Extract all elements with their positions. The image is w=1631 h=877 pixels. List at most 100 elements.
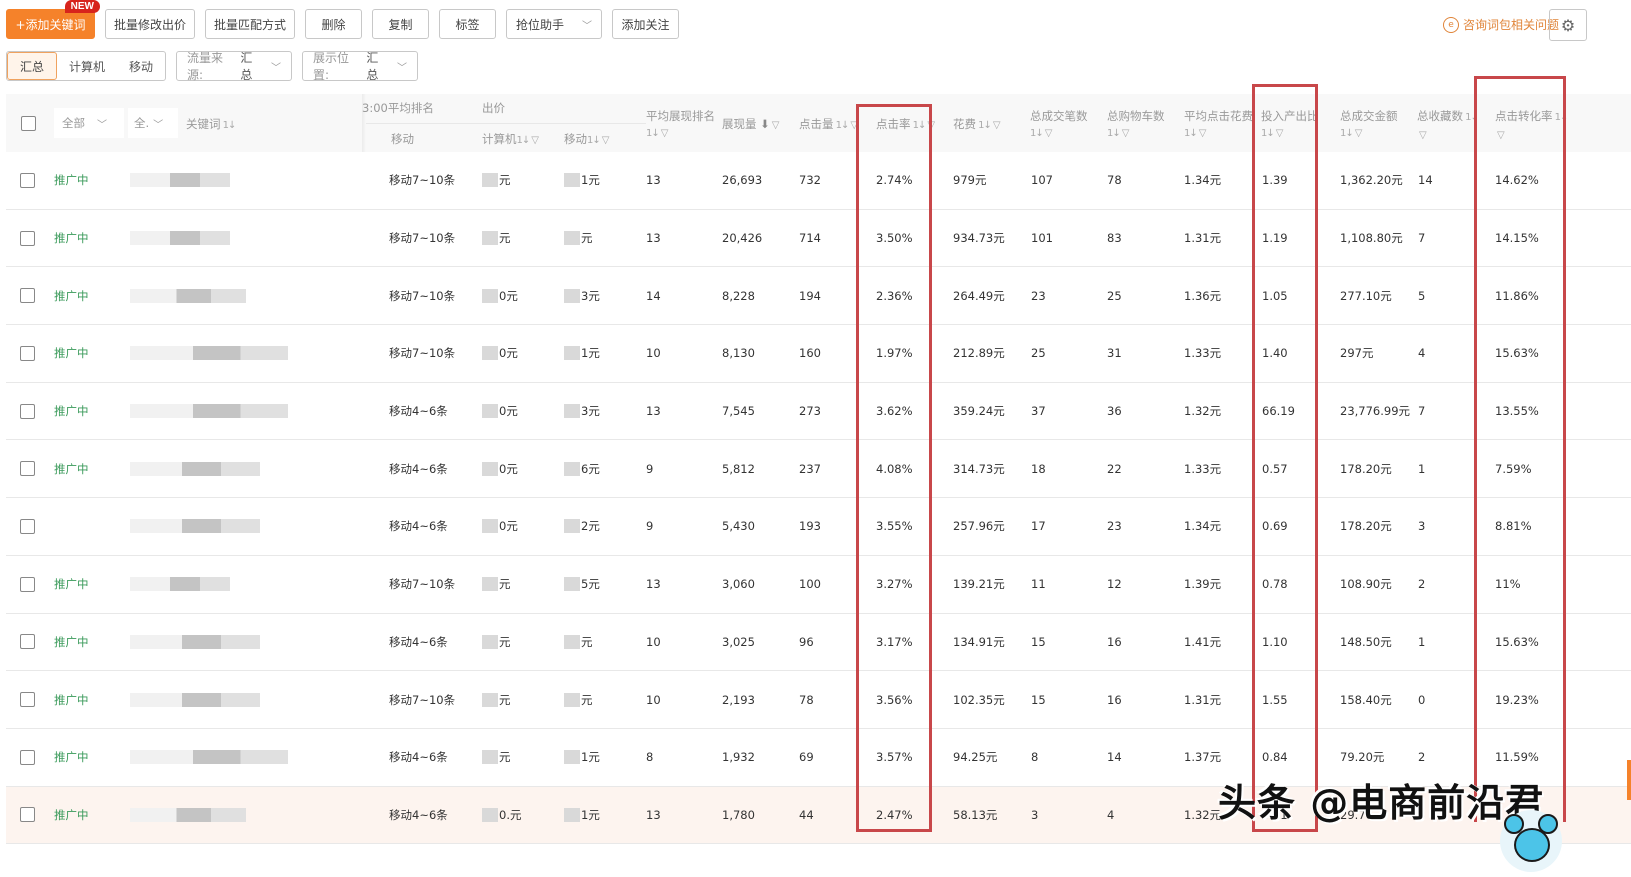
filter-icon[interactable]: ▽ bbox=[1199, 128, 1207, 139]
bid-mobile-value[interactable]: 1元 bbox=[564, 729, 600, 786]
bid-pc-value[interactable]: 0元 bbox=[482, 440, 518, 497]
filter-icon[interactable]: ▽ bbox=[772, 120, 780, 131]
bid-pc-value[interactable]: 元 bbox=[482, 729, 511, 786]
select-all-checkbox[interactable] bbox=[21, 116, 36, 131]
col-cvr[interactable]: 点击转化率 1↓ ▽ bbox=[1495, 108, 1568, 144]
filter-icon[interactable]: ▽ bbox=[1355, 128, 1363, 139]
col-bid-mobile[interactable]: 移动1↓ ▽ bbox=[564, 131, 609, 149]
filter-icon[interactable]: ▽ bbox=[531, 135, 539, 146]
keyword-text-redacted[interactable] bbox=[130, 556, 230, 613]
keyword-text-redacted[interactable] bbox=[130, 498, 260, 555]
col-ctr[interactable]: 点击率 1↓ ▽ bbox=[876, 116, 935, 134]
help-link[interactable]: e 咨询词包相关问题 bbox=[1442, 16, 1559, 33]
col-keyword[interactable]: 关键词 1↓ bbox=[186, 116, 236, 134]
add-follow-button[interactable]: 添加关注 bbox=[612, 9, 679, 39]
bid-mobile-value[interactable]: 2元 bbox=[564, 498, 600, 555]
bid-mobile-value[interactable]: 1元 bbox=[564, 325, 600, 382]
col-total-orders[interactable]: 总成交笔数 1↓ ▽ bbox=[1030, 108, 1088, 142]
table-row[interactable]: 推广中 元 元 移动4~6条 10 3,025 96 3.17% 134.91元 15 16 1.41… bbox=[6, 613, 1631, 672]
delete-button[interactable]: 删除 bbox=[305, 9, 362, 39]
tab-summary[interactable]: 汇总 bbox=[7, 52, 58, 80]
filter-icon[interactable]: ▽ bbox=[1419, 130, 1427, 141]
row-checkbox[interactable] bbox=[20, 614, 35, 671]
col-avg-display-rank[interactable]: 平均展现排名 1↓ ▽ bbox=[646, 108, 715, 142]
keyword-text-redacted[interactable] bbox=[130, 787, 246, 844]
row-checkbox[interactable] bbox=[20, 729, 35, 786]
bid-mobile-value[interactable]: 3元 bbox=[564, 383, 600, 440]
filter-icon[interactable]: ▽ bbox=[1497, 130, 1505, 141]
col-clicks[interactable]: 点击量 1↓ ▽ bbox=[799, 116, 858, 134]
batch-bid-button[interactable]: 批量修改出价 bbox=[105, 9, 195, 39]
filter-icon[interactable]: ▽ bbox=[1122, 128, 1130, 139]
settings-button[interactable]: ⚙ bbox=[1549, 9, 1587, 41]
bid-mobile-value[interactable]: 元 bbox=[564, 210, 593, 267]
display-position-dropdown[interactable]: 展示位置: 汇总 ﹀ bbox=[302, 51, 419, 82]
traffic-source-dropdown[interactable]: 流量来源: 汇总 ﹀ bbox=[176, 51, 293, 82]
table-row[interactable]: 推广中 元 1元 移动7~10条 13 26,693 732 2.74% 979元 107 78 1.… bbox=[6, 152, 1631, 210]
keyword-text-redacted[interactable] bbox=[130, 729, 288, 786]
col-avg-cpc[interactable]: 平均点击花费 1↓ ▽ bbox=[1184, 108, 1253, 142]
status-filter-dropdown[interactable]: 全部 ﹀ bbox=[54, 108, 124, 138]
row-checkbox[interactable] bbox=[20, 210, 35, 267]
bid-mobile-value[interactable]: 5元 bbox=[564, 556, 600, 613]
bid-pc-value[interactable]: 0元 bbox=[482, 267, 518, 324]
filter-icon[interactable]: ▽ bbox=[1045, 128, 1053, 139]
keyword-text-redacted[interactable] bbox=[130, 383, 288, 440]
keyword-text-redacted[interactable] bbox=[130, 614, 260, 671]
keyword-text-redacted[interactable] bbox=[130, 152, 230, 209]
col-bid-pc[interactable]: 计算机1↓ ▽ bbox=[482, 131, 539, 149]
rank-assistant-dropdown[interactable]: 抢位助手 ﹀ bbox=[506, 9, 602, 39]
table-row[interactable]: 推广中 0元 3元 移动4~6条 13 7,545 273 3.62% 359.24元 37 36 1… bbox=[6, 382, 1631, 441]
bid-pc-value[interactable]: 0.元 bbox=[482, 787, 521, 844]
table-row[interactable]: 推广中 0元 6元 移动4~6条 9 5,812 237 4.08% 314.73元 18 22 1.… bbox=[6, 440, 1631, 499]
keyword-text-redacted[interactable] bbox=[130, 267, 246, 324]
keyword-text-redacted[interactable] bbox=[130, 440, 260, 497]
filter-icon[interactable]: ▽ bbox=[993, 120, 1001, 131]
table-row[interactable]: 推广中 元 5元 移动7~10条 13 3,060 100 3.27% 139.21元 11 12 1… bbox=[6, 555, 1631, 614]
tab-mobile[interactable]: 移动 bbox=[117, 52, 165, 80]
table-row[interactable]: 推广中 0元 3元 移动7~10条 14 8,228 194 2.36% 264.49元 23 25… bbox=[6, 267, 1631, 326]
row-checkbox[interactable] bbox=[20, 787, 35, 844]
row-checkbox[interactable] bbox=[20, 325, 35, 382]
bid-pc-value[interactable]: 元 bbox=[482, 671, 511, 728]
tag-button[interactable]: 标签 bbox=[439, 9, 496, 39]
bid-mobile-value[interactable]: 元 bbox=[564, 614, 593, 671]
row-checkbox[interactable] bbox=[20, 556, 35, 613]
bid-pc-value[interactable]: 元 bbox=[482, 210, 511, 267]
keyword-text-redacted[interactable] bbox=[130, 210, 230, 267]
bid-pc-value[interactable]: 0元 bbox=[482, 383, 518, 440]
table-row[interactable]: 0元 2元 移动4~6条 9 5,430 193 3.55% 257.96元 17 23 1.34元… bbox=[6, 498, 1631, 556]
col-cost[interactable]: 花费 1↓ ▽ bbox=[953, 116, 1001, 134]
filter-icon[interactable]: ▽ bbox=[1276, 128, 1284, 139]
bid-pc-value[interactable]: 0元 bbox=[482, 498, 518, 555]
tab-pc[interactable]: 计算机 bbox=[57, 52, 117, 80]
col-impressions[interactable]: 展现量 ⬇ ▽ bbox=[722, 116, 780, 134]
filter-icon[interactable]: ▽ bbox=[927, 120, 935, 131]
bid-pc-value[interactable]: 元 bbox=[482, 152, 511, 209]
filter-icon[interactable]: ▽ bbox=[602, 135, 610, 146]
bid-mobile-value[interactable]: 6元 bbox=[564, 440, 600, 497]
col-total-fav[interactable]: 总收藏数 1↓ ▽ bbox=[1417, 108, 1479, 144]
bid-pc-value[interactable]: 元 bbox=[482, 614, 511, 671]
table-row[interactable]: 推广中 元 元 移动7~10条 10 2,193 78 3.56% 102.35元 15 16 1.3… bbox=[6, 671, 1631, 729]
row-checkbox[interactable] bbox=[20, 440, 35, 497]
table-row[interactable]: 推广中 0元 1元 移动7~10条 10 8,130 160 1.97% 212.89元 25 31… bbox=[6, 325, 1631, 383]
bid-mobile-value[interactable]: 3元 bbox=[564, 267, 600, 324]
batch-match-button[interactable]: 批量匹配方式 bbox=[205, 9, 295, 39]
row-checkbox[interactable] bbox=[20, 267, 35, 324]
row-checkbox[interactable] bbox=[20, 498, 35, 555]
col-total-cart[interactable]: 总购物车数 1↓ ▽ bbox=[1107, 108, 1165, 142]
keyword-text-redacted[interactable] bbox=[130, 671, 260, 728]
bid-mobile-value[interactable]: 元 bbox=[564, 671, 593, 728]
copy-button[interactable]: 复制 bbox=[372, 9, 429, 39]
side-tab[interactable] bbox=[1627, 760, 1631, 800]
table-row[interactable]: 推广中 元 元 移动7~10条 13 20,426 714 3.50% 934.73元 101 83… bbox=[6, 209, 1631, 268]
filter-icon[interactable]: ▽ bbox=[850, 120, 858, 131]
row-checkbox[interactable] bbox=[20, 383, 35, 440]
filter-icon[interactable]: ▽ bbox=[661, 128, 669, 139]
row-checkbox[interactable] bbox=[20, 152, 35, 209]
col-total-gmv[interactable]: 总成交金额 1↓ ▽ bbox=[1340, 108, 1398, 142]
keyword-text-redacted[interactable] bbox=[130, 325, 288, 382]
bid-mobile-value[interactable]: 1元 bbox=[564, 152, 600, 209]
col-roi[interactable]: 投入产出比 1↓ ▽ bbox=[1261, 108, 1319, 142]
